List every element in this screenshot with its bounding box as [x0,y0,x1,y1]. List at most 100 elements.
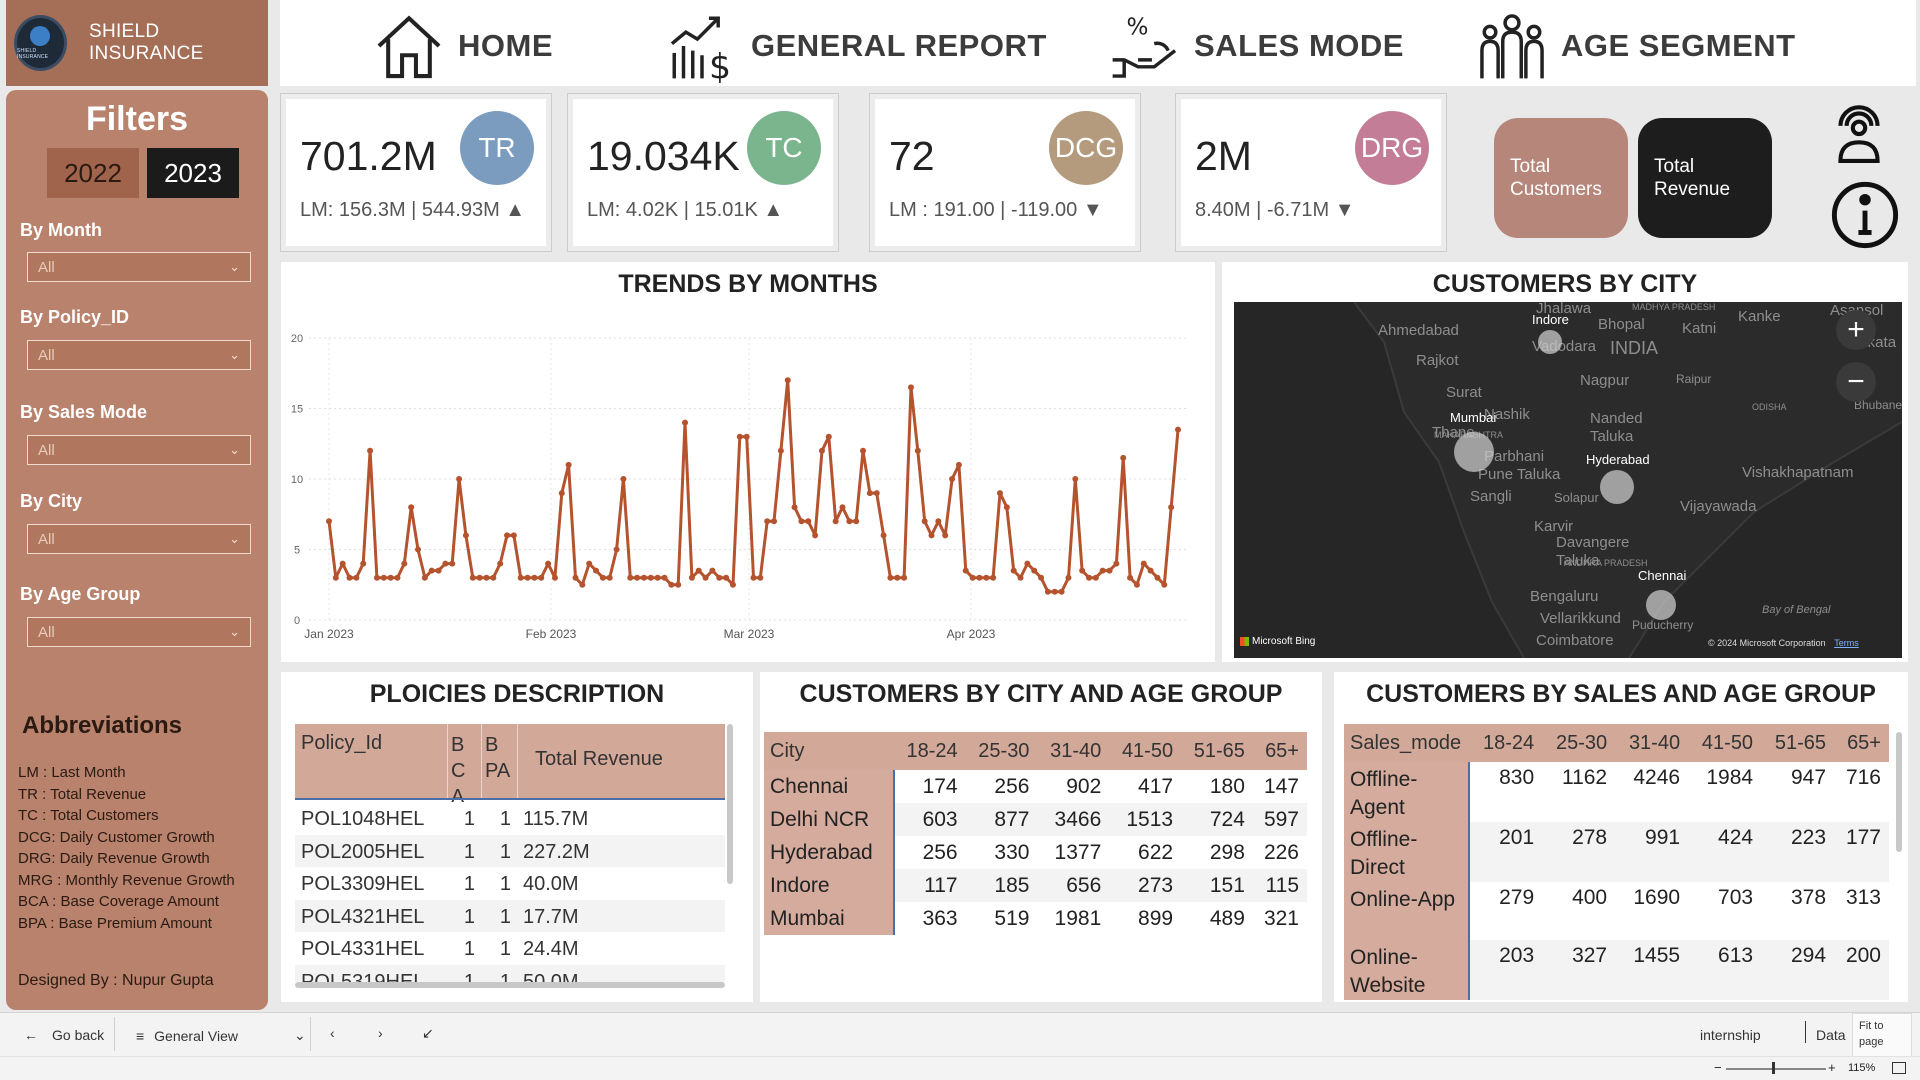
nav-age-segment[interactable]: AGE SEGMENT [1475,10,1796,82]
table-row[interactable]: POL2005HEL 1 1 227.2M [295,834,725,867]
total-customers-toggle[interactable]: Total Customers [1494,118,1628,238]
city-bubble-mumbai[interactable] [1454,432,1494,472]
previous-page-button[interactable]: ‹ [330,1025,335,1041]
sales-mode-filter-dropdown[interactable]: All ⌄ [27,435,251,465]
column-header[interactable]: 65+ [1252,732,1307,770]
column-header[interactable]: 18-24 [1469,724,1543,762]
table-row[interactable]: Chennai 174 256 902 417 180 147 [764,770,1307,803]
zoom-in-button[interactable]: + [1828,1060,1836,1075]
table-row[interactable]: POL4331HEL 1 1 24.4M [295,932,725,964]
policies-rows: POL1048HEL 1 1 115.7M POL2005HEL 1 1 227.2M POL3… [295,802,725,982]
collapse-button[interactable]: ↙ [422,1025,434,1042]
city-map[interactable]: Jhalawa Ahmedabad Vadodara Bhopal Katni … [1234,302,1902,658]
trend-data-point [969,574,976,581]
view-selector[interactable]: ≡ General View ⌄ [136,1027,306,1044]
policies-vertical-scrollbar[interactable] [727,724,733,884]
table-row[interactable]: Online-App 279 400 1690 703 378 313 [1344,882,1889,940]
kpi-badge: DCG [1049,111,1123,185]
trend-data-point [1072,476,1079,482]
table-row[interactable]: Offline-Agent 830 1162 4246 1984 947 716 [1344,762,1889,822]
policy-id-cell: POL4331HEL [301,938,425,960]
month-filter-value: All [38,258,55,276]
nav-general-report[interactable]: $ GENERAL REPORT [665,10,1047,83]
fit-page-icon[interactable] [1892,1062,1906,1074]
column-header[interactable]: 51-65 [1181,732,1253,770]
column-header[interactable]: 41-50 [1688,724,1762,762]
city-bubble-hyderabad[interactable] [1600,470,1634,504]
trend-data-point [825,433,832,440]
column-header[interactable]: 51-65 [1761,724,1835,762]
month-filter-dropdown[interactable]: All ⌄ [27,252,251,282]
trend-data-point [428,567,435,574]
kpi-badge: TC [747,111,821,185]
nav-sales-mode[interactable]: % SALES MODE [1108,10,1404,82]
row-header-cell: Online-Website [1344,940,1471,1000]
year-2022-button[interactable]: 2022 [47,148,139,198]
table-row[interactable]: Offline-Direct 201 278 991 424 223 177 [1344,822,1889,882]
age-group-filter-dropdown[interactable]: All ⌄ [27,617,251,647]
page-tab-internship[interactable]: internship [1700,1027,1761,1043]
contact-support-icon[interactable] [1826,96,1892,168]
table-row[interactable]: POL1048HEL 1 1 115.7M [295,802,725,834]
city-filter-dropdown[interactable]: All ⌄ [27,524,251,554]
policy-filter-dropdown[interactable]: All ⌄ [27,340,251,370]
total-revenue-cell: 115.7M [523,808,589,830]
table-cell: 4246 [1633,766,1681,789]
map-zoom-out-button[interactable]: − [1836,362,1876,402]
bca-cell: 1 [463,938,475,960]
trend-data-point [1092,574,1099,581]
table-cell: 703 [1718,886,1754,909]
map-terms-link[interactable]: Terms [1834,638,1859,648]
column-header-policy-id[interactable]: Policy_Id [301,732,382,755]
column-header[interactable]: 31-40 [1037,732,1110,770]
table-row[interactable]: POL4321HEL 1 1 17.7M [295,899,725,932]
sales-age-title: CUSTOMERS BY SALES AND AGE GROUP [1366,680,1876,708]
trend-data-point [818,447,825,454]
page-tab-data[interactable]: Data [1816,1027,1854,1043]
table-row[interactable]: POL5319HEL 1 1 50.0M [295,964,725,982]
column-header[interactable]: 65+ [1834,724,1889,762]
table-row[interactable]: Indore 117 185 656 273 151 115 [764,869,1307,902]
trend-data-point [962,567,969,574]
zoom-slider[interactable] [1726,1068,1826,1070]
month-filter-label: By Month [20,220,102,240]
city-bubble-chennai[interactable] [1646,590,1676,620]
nav-home[interactable]: HOME [372,10,553,82]
svg-text:%: % [1127,14,1149,40]
column-header[interactable]: City [764,732,894,770]
city-bubble-indore[interactable] [1538,330,1562,354]
age-group-filter-label: By Age Group [20,584,141,604]
column-header-total-revenue[interactable]: Total Revenue [535,748,663,771]
column-header[interactable]: 41-50 [1109,732,1182,770]
trend-data-point [593,567,600,574]
table-row[interactable]: Mumbai 363 519 1981 899 489 321 [764,902,1307,935]
column-header[interactable]: 25-30 [965,732,1038,770]
table-row[interactable]: Delhi NCR 603 877 3466 1513 724 597 [764,803,1307,836]
policies-horizontal-scrollbar[interactable] [295,982,725,988]
table-cell: 180 [1209,774,1245,798]
info-icon[interactable] [1830,180,1900,250]
x-tick-label: Mar 2023 [724,627,775,641]
zoom-slider-thumb[interactable] [1772,1062,1775,1074]
column-header[interactable]: Sales_mode [1344,724,1470,762]
go-back-button[interactable]: ← Go back [24,1027,104,1043]
trend-data-point [723,574,730,581]
table-row[interactable]: Hyderabad 256 330 1377 622 298 226 [764,836,1307,869]
map-zoom-in-button[interactable]: + [1836,310,1876,350]
trend-data-point [1140,560,1147,567]
trend-data-point [634,574,641,581]
total-revenue-toggle[interactable]: Total Revenue [1638,118,1772,238]
trend-data-point [887,574,894,581]
table-row[interactable]: Online-Website 203 327 1455 613 294 200 [1344,940,1889,1000]
fit-to-page-button[interactable]: Fit to page [1852,1013,1912,1057]
next-page-button[interactable]: › [378,1025,383,1041]
sales-age-scrollbar[interactable] [1896,732,1902,852]
column-header-bpa[interactable]: BPA [485,732,511,784]
year-2023-button[interactable]: 2023 [147,148,239,198]
zoom-out-button[interactable]: − [1714,1060,1722,1075]
column-header[interactable]: 31-40 [1615,724,1689,762]
column-header[interactable]: 25-30 [1542,724,1616,762]
abbreviations-list: LM : Last Month TR : Total Revenue TC : … [18,762,235,934]
table-row[interactable]: POL3309HEL 1 1 40.0M [295,867,725,899]
column-header[interactable]: 18-24 [893,732,966,770]
